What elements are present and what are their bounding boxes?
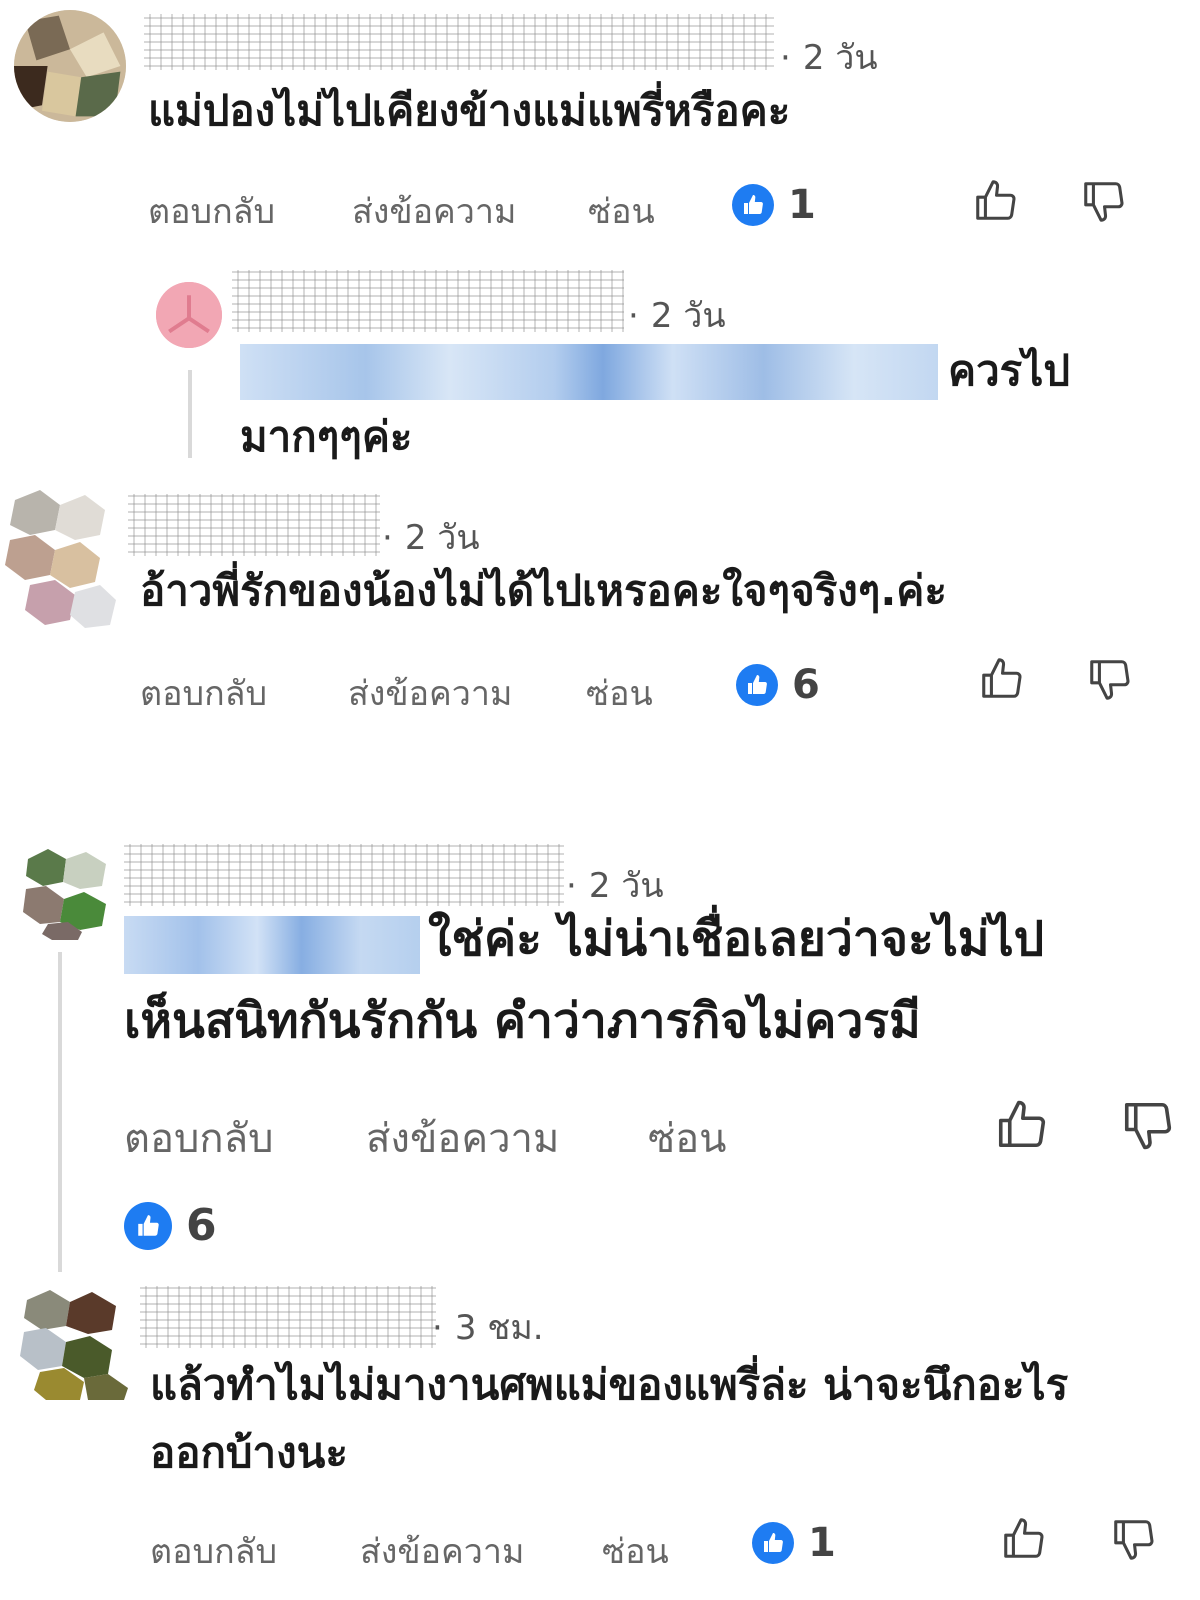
thumbs-down-icon[interactable] bbox=[1120, 1098, 1174, 1152]
comment-text-line2: เห็นสนิทกันรักกัน คำว่าภารกิจไม่ควรมี bbox=[124, 993, 921, 1049]
thumbs-down-icon[interactable] bbox=[1080, 178, 1126, 224]
message-button[interactable]: ส่งข้อความ bbox=[352, 184, 516, 238]
reply-button[interactable]: ตอบกลับ bbox=[124, 1106, 274, 1170]
comment-text-line2: มากๆๆค่ะ bbox=[240, 412, 413, 461]
like-reaction-icon bbox=[736, 664, 778, 706]
comment-text-line1: ใช่ค่ะ ไม่น่าเชื่อเลยว่าจะไม่ไป bbox=[428, 911, 1045, 967]
comment-time: · 2 วัน bbox=[628, 296, 726, 336]
comment-text-line1: แล้วทำไมไม่มางานศพแม่ของแพรี่ล่ะ น่าจะนึ… bbox=[150, 1360, 1069, 1409]
comment-5: · 3 ชม. แล้วทำไมไม่มางานศพแม่ของแพรี่ล่ะ … bbox=[0, 1280, 1200, 1600]
author-name-blurred[interactable] bbox=[128, 494, 380, 556]
thumbs-down-icon[interactable] bbox=[1086, 656, 1132, 702]
comment-time: · 3 ชม. bbox=[432, 1308, 544, 1348]
like-count[interactable]: 1 bbox=[752, 1520, 836, 1566]
thumbs-down-icon[interactable] bbox=[1110, 1516, 1156, 1562]
comment-text-line2: ออกบ้างนะ bbox=[150, 1428, 348, 1477]
like-count[interactable]: 6 bbox=[124, 1200, 217, 1251]
mention-blurred[interactable] bbox=[124, 916, 420, 974]
avatar[interactable] bbox=[12, 1280, 132, 1400]
author-name-blurred[interactable] bbox=[144, 14, 774, 70]
comment-text: อ้าวพี่รักของน้องไม่ได้ไปเหรอคะใจๆจริงๆ.… bbox=[140, 566, 947, 615]
like-reaction-icon bbox=[752, 1522, 794, 1564]
author-name-blurred[interactable] bbox=[232, 270, 624, 332]
avatar[interactable] bbox=[0, 480, 116, 630]
comment-text-line1: ควรไป bbox=[948, 346, 1071, 395]
avatar[interactable] bbox=[156, 282, 222, 348]
comment-1: · 2 วัน แม่ปองไม่ไปเคียงข้างแม่แพรี่หรือค… bbox=[0, 0, 1200, 250]
comment-3: · 2 วัน อ้าวพี่รักของน้องไม่ได้ไปเหรอคะใจ… bbox=[0, 470, 1200, 740]
message-button[interactable]: ส่งข้อความ bbox=[366, 1106, 559, 1170]
thumbs-up-icon[interactable] bbox=[994, 1098, 1048, 1152]
mention-blurred[interactable] bbox=[240, 344, 938, 400]
hide-button[interactable]: ซ่อน bbox=[588, 184, 655, 238]
comment-4: · 2 วัน ใช่ค่ะ ไม่น่าเชื่อเลยว่าจะไม่ไป เ… bbox=[0, 830, 1200, 1270]
like-reaction-icon bbox=[124, 1201, 172, 1250]
comment-2-reply: · 2 วัน ควรไป มากๆๆค่ะ bbox=[0, 260, 1200, 470]
thumbs-up-icon[interactable] bbox=[1000, 1516, 1046, 1562]
comment-time: · 2 วัน bbox=[382, 518, 480, 558]
message-button[interactable]: ส่งข้อความ bbox=[348, 666, 512, 720]
like-count[interactable]: 6 bbox=[736, 662, 820, 708]
author-name-blurred[interactable] bbox=[124, 844, 564, 906]
author-name-blurred[interactable] bbox=[140, 1286, 436, 1348]
reply-button[interactable]: ตอบกลับ bbox=[150, 1524, 277, 1578]
message-button[interactable]: ส่งข้อความ bbox=[360, 1524, 524, 1578]
thumbs-up-icon[interactable] bbox=[972, 178, 1018, 224]
hide-button[interactable]: ซ่อน bbox=[586, 666, 653, 720]
hide-button[interactable]: ซ่อน bbox=[602, 1524, 669, 1578]
reply-button[interactable]: ตอบกลับ bbox=[140, 666, 267, 720]
comment-time: · 2 วัน bbox=[780, 38, 878, 78]
like-count[interactable]: 1 bbox=[732, 182, 816, 228]
comment-text: แม่ปองไม่ไปเคียงข้างแม่แพรี่หรือคะ bbox=[148, 86, 791, 135]
thumbs-up-icon[interactable] bbox=[978, 656, 1024, 702]
reply-button[interactable]: ตอบกลับ bbox=[148, 184, 275, 238]
hide-button[interactable]: ซ่อน bbox=[648, 1106, 727, 1170]
avatar[interactable] bbox=[14, 10, 126, 122]
like-reaction-icon bbox=[732, 184, 774, 226]
avatar[interactable] bbox=[18, 844, 110, 940]
